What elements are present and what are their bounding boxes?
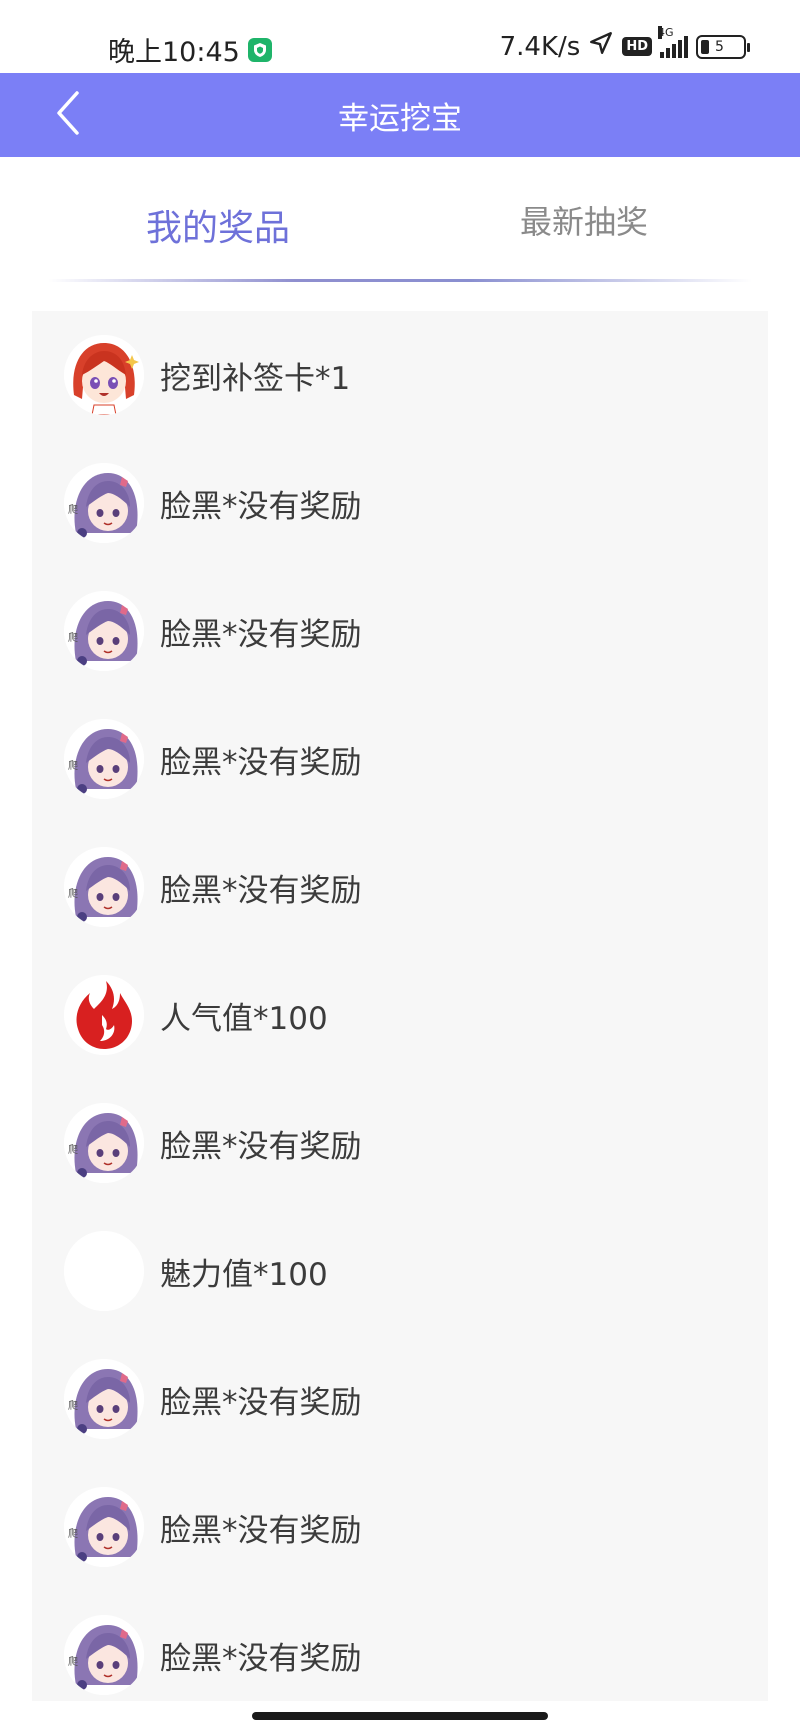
tab-latest-draws[interactable]: 最新抽奖 bbox=[520, 197, 648, 243]
status-bar: 晚上10:45 7.4K/s HD 4G 5 bbox=[0, 0, 800, 73]
list-item[interactable]: 爬 脸黑*没有奖励 bbox=[32, 1591, 768, 1701]
list-item[interactable]: 爬 脸黑*没有奖励 bbox=[32, 439, 768, 567]
list-item[interactable]: 魅力值*100 bbox=[32, 1207, 768, 1335]
tab-divider bbox=[48, 279, 752, 282]
list-item[interactable]: 挖到补签卡*1 bbox=[32, 311, 768, 439]
prize-text: 脸黑*没有奖励 bbox=[160, 1128, 362, 1165]
list-item[interactable]: 人气值*100 bbox=[32, 951, 768, 1079]
prize-text: 脸黑*没有奖励 bbox=[160, 616, 362, 653]
location-arrow-icon bbox=[588, 30, 614, 63]
svg-text:爬: 爬 bbox=[68, 504, 78, 516]
prize-text: 脸黑*没有奖励 bbox=[160, 1640, 362, 1677]
home-indicator[interactable] bbox=[252, 1712, 548, 1720]
svg-text:爬: 爬 bbox=[68, 1144, 78, 1156]
prize-text: 脸黑*没有奖励 bbox=[160, 872, 362, 909]
fire-icon bbox=[64, 975, 144, 1055]
back-button[interactable] bbox=[42, 89, 94, 141]
battery-icon: 5 bbox=[696, 34, 750, 59]
purplehair-girl-avatar: 爬 bbox=[64, 1359, 144, 1439]
prize-text: 脸黑*没有奖励 bbox=[160, 744, 362, 781]
battery-level: 5 bbox=[715, 38, 724, 55]
hd-badge: HD bbox=[622, 37, 652, 56]
svg-text:爬: 爬 bbox=[68, 760, 78, 772]
purplehair-girl-avatar: 爬 bbox=[64, 1103, 144, 1183]
list-item[interactable]: 爬 脸黑*没有奖励 bbox=[32, 1079, 768, 1207]
list-item[interactable]: 爬 脸黑*没有奖励 bbox=[32, 695, 768, 823]
network-type: 4G bbox=[658, 25, 674, 39]
prize-text: 脸黑*没有奖励 bbox=[160, 1512, 362, 1549]
svg-text:爬: 爬 bbox=[68, 1656, 78, 1668]
prize-text: 魅力值*100 bbox=[160, 1256, 328, 1293]
status-time-group: 晚上10:45 bbox=[108, 30, 272, 69]
page-title: 幸运挖宝 bbox=[338, 100, 462, 137]
shield-icon bbox=[247, 37, 272, 62]
purplehair-girl-avatar: 爬 bbox=[64, 847, 144, 927]
redhair-girl-avatar bbox=[64, 335, 144, 415]
list-item[interactable]: 爬 脸黑*没有奖励 bbox=[32, 1335, 768, 1463]
prize-text: 挖到补签卡*1 bbox=[160, 360, 351, 397]
purplehair-girl-avatar: 爬 bbox=[64, 719, 144, 799]
svg-text:爬: 爬 bbox=[68, 632, 78, 644]
prize-text: 脸黑*没有奖励 bbox=[160, 1384, 362, 1421]
purplehair-girl-avatar: 爬 bbox=[64, 1487, 144, 1567]
list-item[interactable]: 爬 脸黑*没有奖励 bbox=[32, 567, 768, 695]
purplehair-girl-avatar: 爬 bbox=[64, 463, 144, 543]
svg-text:爬: 爬 bbox=[68, 1400, 78, 1412]
prize-text: 人气值*100 bbox=[160, 1000, 328, 1037]
tab-my-prizes[interactable]: 我的奖品 bbox=[146, 199, 290, 251]
svg-text:爬: 爬 bbox=[68, 888, 78, 900]
list-item[interactable]: 爬 脸黑*没有奖励 bbox=[32, 823, 768, 951]
net-speed: 7.4K/s bbox=[499, 31, 581, 62]
chevron-left-icon bbox=[53, 90, 83, 140]
status-time: 晚上10:45 bbox=[108, 37, 240, 68]
status-right-group: 7.4K/s HD 4G 5 bbox=[499, 25, 750, 63]
tab-bar: 我的奖品 最新抽奖 bbox=[0, 157, 800, 282]
prize-list[interactable]: 挖到补签卡*1 爬 脸黑*没有奖励 爬 脸黑*没有奖励 爬 脸黑*没有奖励 爬 … bbox=[32, 311, 768, 1701]
list-item[interactable]: 爬 脸黑*没有奖励 bbox=[32, 1463, 768, 1591]
purplehair-girl-avatar: 爬 bbox=[64, 591, 144, 671]
signal-icon: 4G bbox=[658, 25, 688, 58]
app-bar: 幸运挖宝 bbox=[0, 73, 800, 157]
purplehair-girl-avatar: 爬 bbox=[64, 1615, 144, 1695]
blank-avatar bbox=[64, 1231, 144, 1311]
prize-text: 脸黑*没有奖励 bbox=[160, 488, 362, 525]
svg-text:爬: 爬 bbox=[68, 1528, 78, 1540]
